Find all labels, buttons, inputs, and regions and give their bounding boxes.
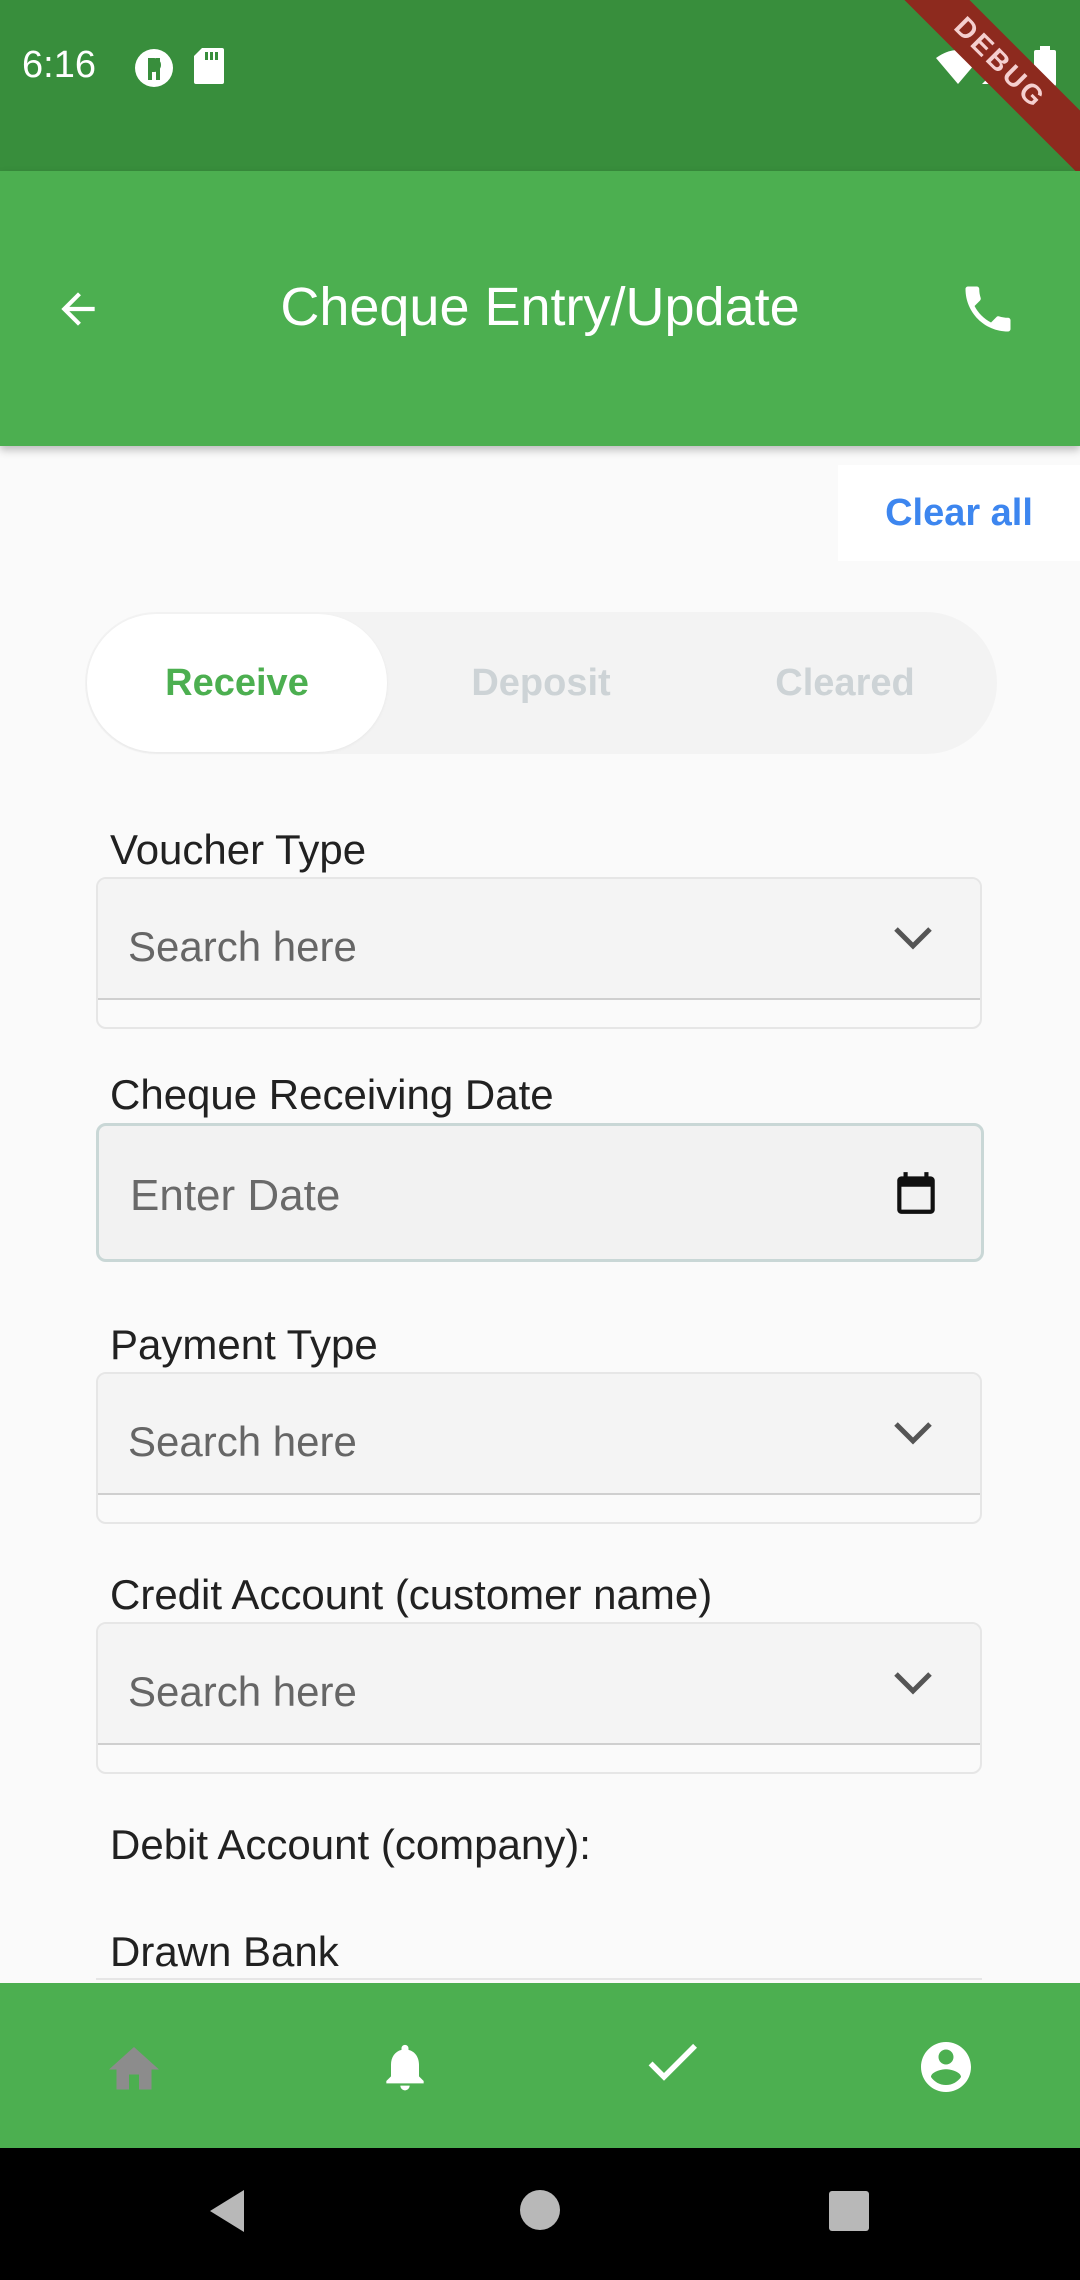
nav-approvals[interactable] (635, 2027, 715, 2107)
voucher-type-dropdown[interactable]: Search here (96, 877, 982, 1029)
credit-account-dropdown[interactable]: Search here (96, 1622, 982, 1774)
media-icon (134, 48, 174, 93)
credit-account-label: Credit Account (customer name) (110, 1571, 713, 1618)
payment-type-dropdown[interactable]: Search here (96, 1372, 982, 1524)
app-bar: Cheque Entry/Update (0, 171, 1080, 446)
tab-cleared[interactable]: Cleared (695, 614, 995, 752)
chevron-down-icon (894, 1672, 932, 1695)
debug-banner: DEBUG (877, 0, 1080, 186)
tab-deposit[interactable]: Deposit (391, 614, 691, 752)
bottom-nav (0, 1983, 1080, 2148)
home-circle-icon[interactable] (518, 2188, 562, 2232)
voucher-type-placeholder: Search here (128, 923, 357, 970)
payment-type-placeholder: Search here (128, 1418, 357, 1465)
sd-card-icon (194, 48, 224, 89)
cheque-receiving-date-label: Cheque Receiving Date (110, 1071, 554, 1118)
home-icon (109, 2047, 159, 2090)
system-navigation-bar (0, 2148, 1080, 2280)
bell-icon (386, 2044, 424, 2091)
nav-profile[interactable] (906, 2027, 986, 2107)
payment-type-field: Search here (98, 1374, 980, 1495)
check-icon (648, 2043, 697, 2081)
status-time: 6:16 (22, 44, 96, 86)
nav-notifications[interactable] (365, 2027, 445, 2107)
back-triangle-icon[interactable] (204, 2186, 248, 2236)
drawn-bank-label: Drawn Bank (110, 1928, 339, 1975)
voucher-type-field: Search here (98, 879, 980, 1000)
tab-receive[interactable]: Receive (87, 614, 387, 752)
recents-square-icon[interactable] (828, 2190, 870, 2232)
call-button[interactable] (948, 269, 1028, 349)
clear-all-button[interactable]: Clear all (838, 465, 1080, 561)
credit-account-placeholder: Search here (128, 1668, 357, 1715)
cheque-receiving-date-field[interactable]: Enter Date (96, 1123, 984, 1262)
status-bar: 6:16 DEBUG (0, 0, 1080, 186)
calendar-icon[interactable] (891, 1168, 941, 1218)
cheque-receiving-date-placeholder: Enter Date (130, 1171, 341, 1220)
nav-home[interactable] (94, 2027, 174, 2107)
payment-type-label: Payment Type (110, 1321, 378, 1368)
page-title: Cheque Entry/Update (280, 277, 800, 337)
debit-account-label: Debit Account (company): (110, 1821, 591, 1868)
account-icon (921, 2042, 971, 2092)
credit-account-field: Search here (98, 1624, 980, 1745)
voucher-type-label: Voucher Type (110, 826, 367, 873)
screen: 6:16 DEBUG Cheque Entry/Update Clear all… (0, 0, 1080, 2280)
chevron-down-icon (894, 927, 932, 950)
cheque-status-tabs: Receive Deposit Cleared (85, 612, 997, 754)
chevron-down-icon (894, 1422, 932, 1445)
phone-icon (965, 286, 1011, 332)
